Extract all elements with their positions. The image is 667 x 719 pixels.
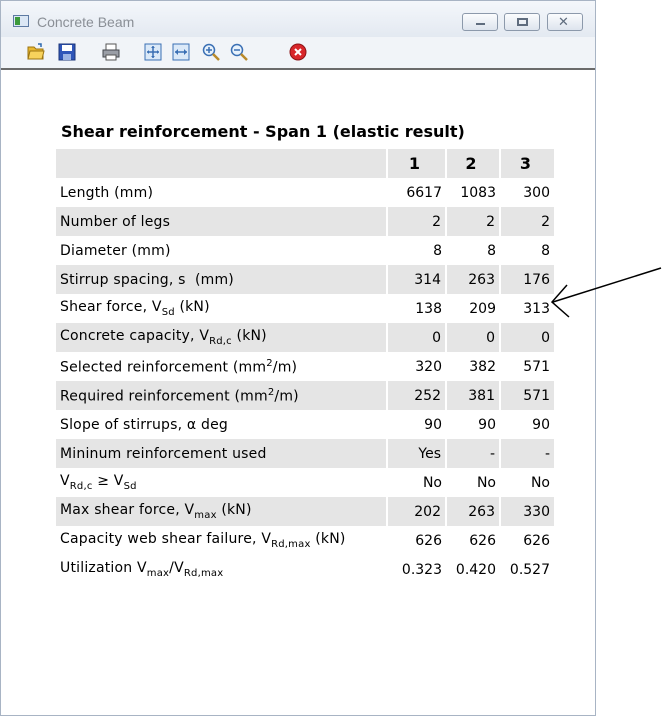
cell-value: 8	[433, 242, 442, 259]
cell-value: No	[476, 474, 496, 491]
cell-value: 320	[415, 358, 442, 375]
cell-value: 138	[415, 300, 442, 317]
table-row: Slope of stirrups, α deg 90 90 90	[56, 410, 554, 439]
column-header: 2	[445, 149, 500, 178]
table-header-row: 1 2 3	[56, 149, 554, 178]
row-label: Length (mm)	[60, 184, 154, 201]
report-heading: Shear reinforcement - Span 1 (elastic re…	[61, 122, 465, 141]
cell-value: -	[445, 439, 500, 468]
print-icon[interactable]	[102, 43, 120, 61]
row-label: Slope of stirrups, α deg	[60, 416, 228, 433]
close-red-icon[interactable]	[289, 43, 307, 61]
header-blank	[56, 149, 387, 178]
shear-table: 1 2 3 Length (mm) 6617 1083 300 Number o…	[56, 149, 554, 584]
zoom-out-icon[interactable]	[230, 43, 248, 61]
cell-value: 263	[445, 265, 500, 294]
cell-value: 252	[386, 381, 446, 410]
cell-value: 571	[523, 358, 550, 375]
cell-value: 626	[415, 532, 442, 549]
cell-value: 0	[499, 323, 554, 352]
row-label: Concrete capacity, VRd,c (kN)	[60, 328, 267, 347]
cell-value: 90	[478, 416, 496, 433]
table-row: Length (mm) 6617 1083 300	[56, 178, 554, 207]
table-row: Stirrup spacing, s (mm) 314 263 176	[56, 265, 554, 294]
cell-value: 0.527	[509, 561, 550, 578]
app-window: Concrete Beam ✕ Shear reinforcement - Sp…	[0, 0, 596, 716]
row-label: Utilization Vmax/VRd,max	[60, 560, 224, 579]
fit-page-icon[interactable]	[144, 43, 162, 61]
column-header: 1	[386, 149, 446, 178]
row-label: Number of legs	[60, 213, 171, 230]
cell-value: 0	[445, 323, 500, 352]
cell-value: 8	[487, 242, 496, 259]
table-row: Required reinforcement (mm2/m) 252 381 5…	[56, 381, 554, 410]
cell-value: 2	[386, 207, 446, 236]
report-area: Shear reinforcement - Span 1 (elastic re…	[1, 70, 595, 715]
cell-value: 176	[499, 265, 554, 294]
row-label: Diameter (mm)	[60, 242, 171, 259]
cell-value: 1083	[460, 184, 496, 201]
row-label: Selected reinforcement (mm2/m)	[60, 357, 298, 376]
table-row: Diameter (mm) 8 8 8	[56, 236, 554, 265]
close-icon: ✕	[558, 15, 569, 30]
annotation-arrow-icon	[550, 267, 662, 318]
table-row: VRd,c ≥ VSd No No No	[56, 468, 554, 497]
toolbar	[1, 37, 595, 70]
save-icon[interactable]	[58, 43, 76, 61]
cell-value: -	[499, 439, 554, 468]
cell-value: 2	[445, 207, 500, 236]
column-header: 3	[499, 149, 554, 178]
table-row: Concrete capacity, VRd,c (kN) 0 0 0	[56, 323, 554, 352]
cell-value: Yes	[386, 439, 446, 468]
cell-value: 314	[386, 265, 446, 294]
table-row: Mininum reinforcement used Yes - -	[56, 439, 554, 468]
maximize-icon	[517, 18, 528, 26]
cell-value: 330	[499, 497, 554, 526]
row-label: Capacity web shear failure, VRd,max (kN)	[60, 531, 346, 550]
cell-value: No	[530, 474, 550, 491]
cell-value: 0	[386, 323, 446, 352]
cell-value: 202	[386, 497, 446, 526]
table-row: Max shear force, Vmax (kN) 202 263 330	[56, 497, 554, 526]
row-label: Max shear force, Vmax (kN)	[60, 502, 252, 521]
table-row: Utilization Vmax/VRd,max 0.323 0.420 0.5…	[56, 555, 554, 584]
fit-width-icon[interactable]	[172, 43, 190, 61]
cell-value: 571	[499, 381, 554, 410]
cell-value: 6617	[406, 184, 442, 201]
close-window-button[interactable]: ✕	[547, 13, 583, 31]
title-bar[interactable]: Concrete Beam ✕	[1, 1, 595, 37]
row-label: Required reinforcement (mm2/m)	[60, 386, 299, 405]
cell-value: 2	[499, 207, 554, 236]
table-row: Number of legs 2 2 2	[56, 207, 554, 236]
cell-value: 90	[532, 416, 550, 433]
cell-value: 209	[469, 300, 496, 317]
zoom-in-icon[interactable]	[202, 43, 220, 61]
row-label: Shear force, VSd (kN)	[60, 299, 210, 318]
cell-value: 263	[445, 497, 500, 526]
row-label: VRd,c ≥ VSd	[60, 473, 137, 492]
cell-value: 8	[541, 242, 550, 259]
cell-value: 300	[523, 184, 550, 201]
table-row: Selected reinforcement (mm2/m) 320 382 5…	[56, 352, 554, 381]
open-folder-icon[interactable]	[27, 43, 45, 61]
minimize-icon	[476, 23, 485, 25]
cell-value: 382	[469, 358, 496, 375]
table-row: Capacity web shear failure, VRd,max (kN)…	[56, 526, 554, 555]
row-label: Mininum reinforcement used	[60, 445, 267, 462]
cell-value: 381	[445, 381, 500, 410]
row-label: Stirrup spacing, s (mm)	[60, 271, 234, 288]
cell-value: 313	[523, 300, 550, 317]
cell-value: 626	[523, 532, 550, 549]
cell-value: 626	[469, 532, 496, 549]
window-title: Concrete Beam	[37, 14, 135, 30]
cell-value: 0.323	[401, 561, 442, 578]
cell-value: 0.420	[455, 561, 496, 578]
maximize-button[interactable]	[504, 13, 540, 31]
cell-value: No	[422, 474, 442, 491]
table-row: Shear force, VSd (kN) 138 209 313	[56, 294, 554, 323]
minimize-button[interactable]	[462, 13, 498, 31]
app-icon	[13, 15, 29, 27]
cell-value: 90	[424, 416, 442, 433]
